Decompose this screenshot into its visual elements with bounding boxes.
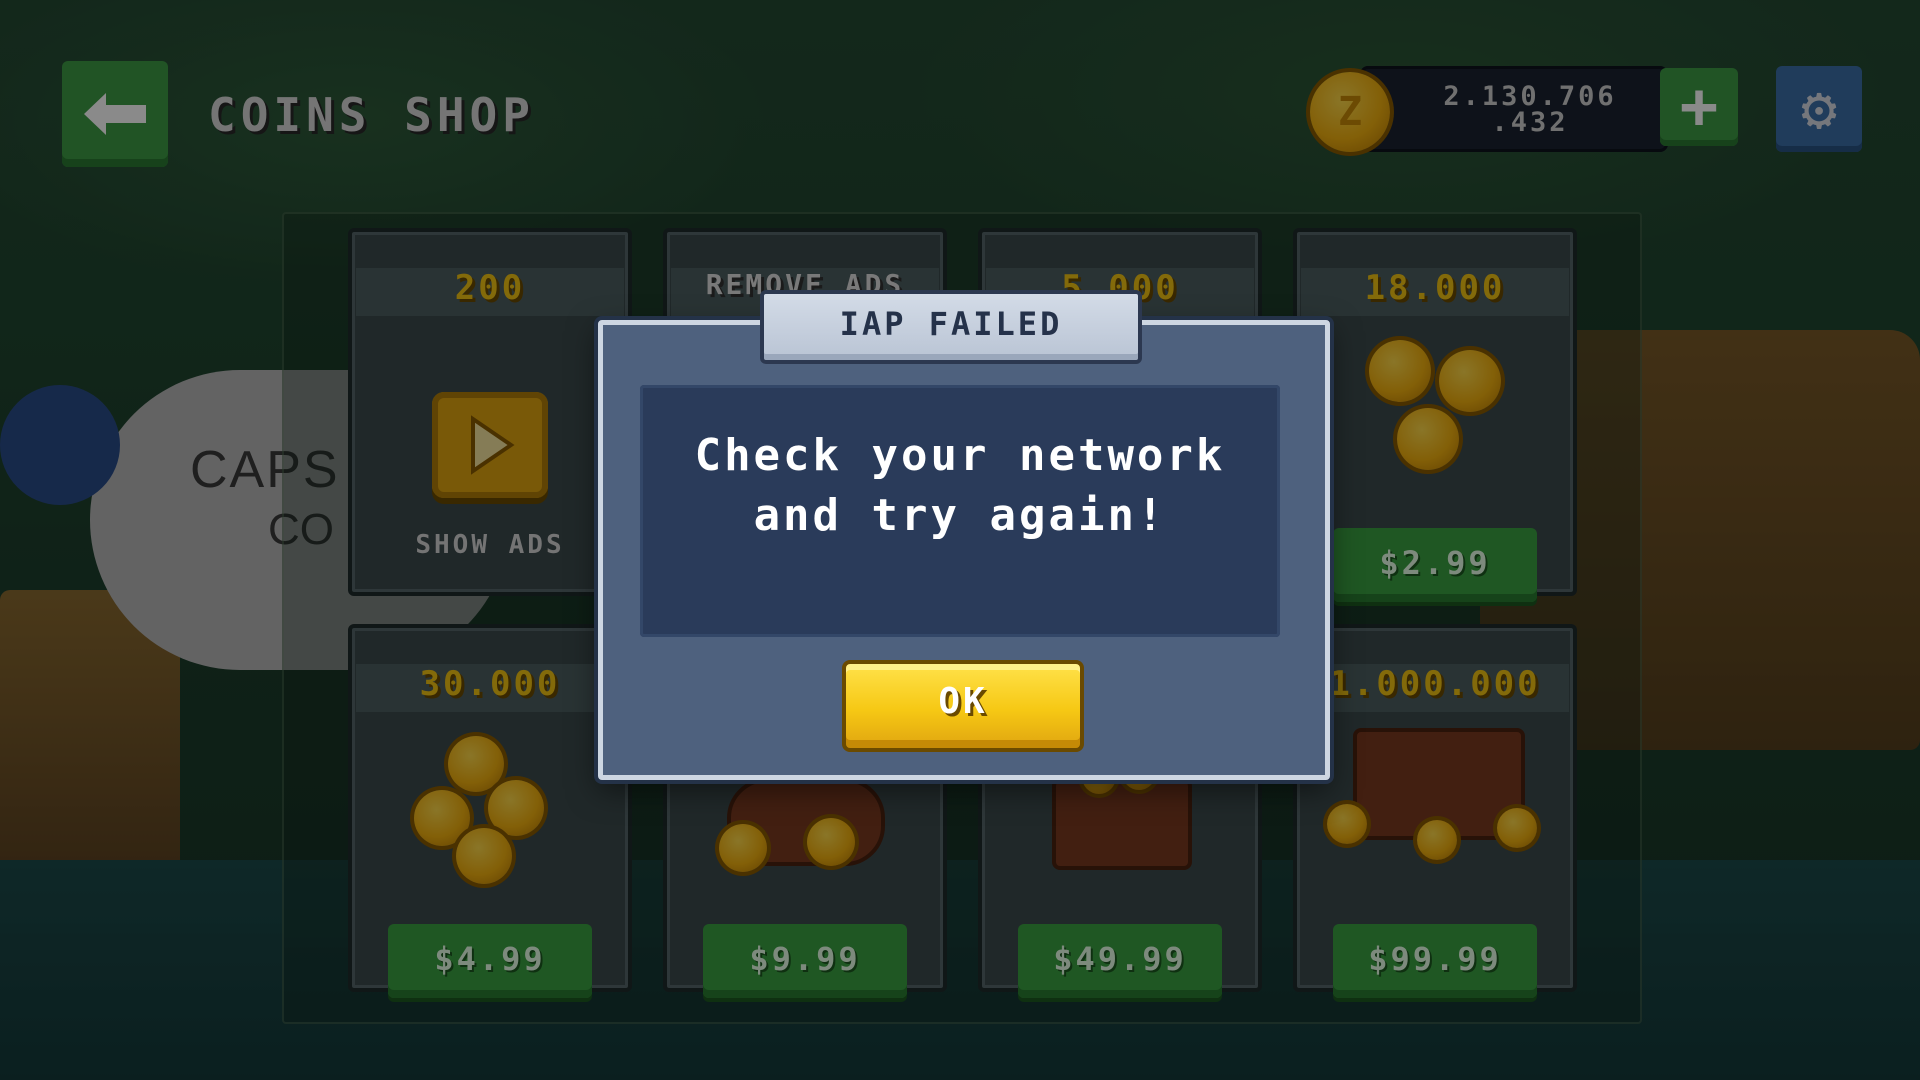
dialog-message: Check your network and try again! bbox=[694, 430, 1226, 541]
ok-button[interactable]: OK bbox=[842, 660, 1084, 752]
dialog-title: IAP FAILED bbox=[839, 305, 1063, 343]
